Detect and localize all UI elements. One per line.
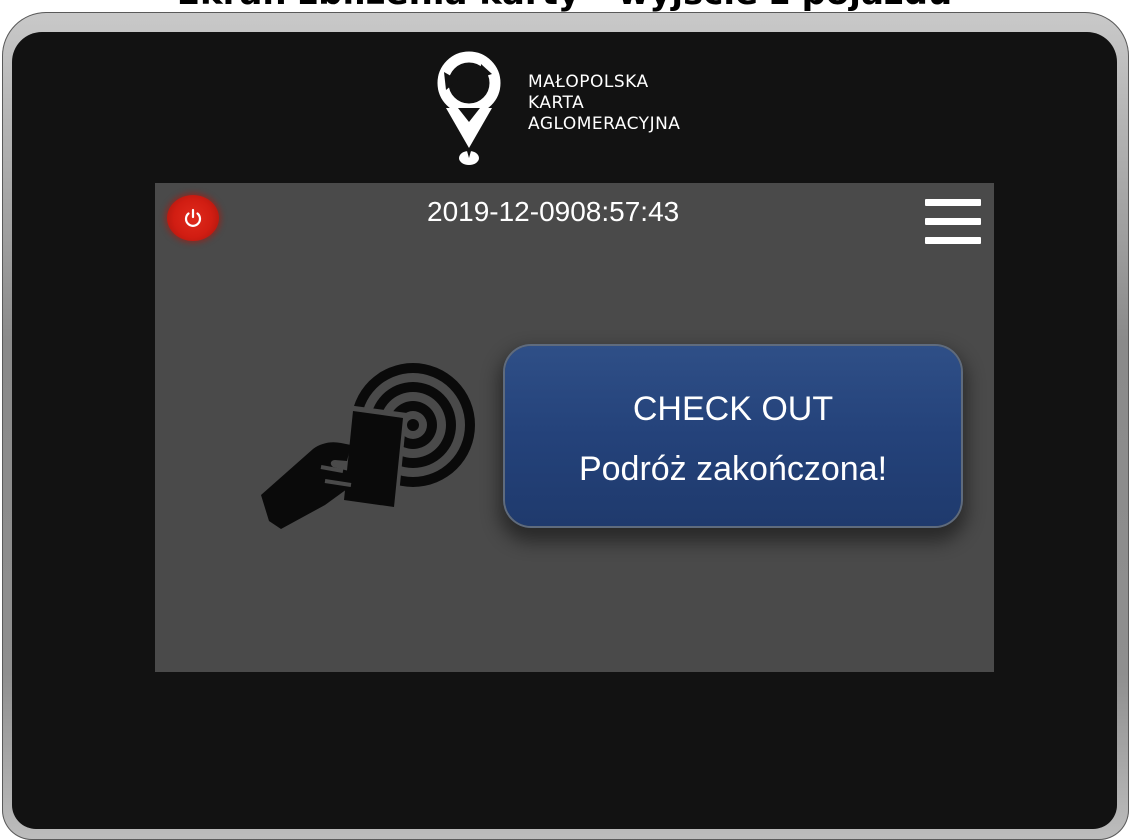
status-title: CHECK OUT: [632, 390, 834, 428]
power-button[interactable]: [167, 195, 219, 241]
menu-bar: [925, 199, 981, 206]
time-text: 08:57:43: [570, 196, 680, 227]
date-text: 2019-12-09: [427, 196, 571, 227]
page: Ekran zbliżenia karty - wyjście z pojazd…: [0, 0, 1129, 840]
mka-logo: MAŁOPOLSKA KARTA AGLOMERACYJNA: [436, 50, 756, 170]
date-time-display: 2019-12-0908:57:43: [427, 195, 679, 229]
status-message: Podróż zakończona!: [578, 450, 888, 488]
page-heading: Ekran zbliżenia karty - wyjście z pojazd…: [0, 0, 1129, 10]
logo-line-1: MAŁOPOLSKA: [528, 72, 649, 92]
logo-line-2: KARTA: [528, 93, 585, 113]
location-pin-logo-icon: [437, 51, 501, 165]
check-out-status-panel: CHECK OUT Podróż zakończona!: [505, 346, 961, 526]
hamburger-menu-icon[interactable]: [923, 197, 983, 253]
menu-bar: [925, 218, 981, 225]
power-icon: [184, 208, 202, 227]
logo-text: MAŁOPOLSKA KARTA AGLOMERACYJNA: [528, 72, 680, 135]
logo-line-3: AGLOMERACYJNA: [528, 114, 681, 134]
contactless-card-tap-icon: [261, 363, 475, 529]
validator-screen: 2019-12-0908:57:43 CHECK OUT Podróż zako…: [155, 183, 994, 672]
menu-bar: [925, 237, 981, 244]
